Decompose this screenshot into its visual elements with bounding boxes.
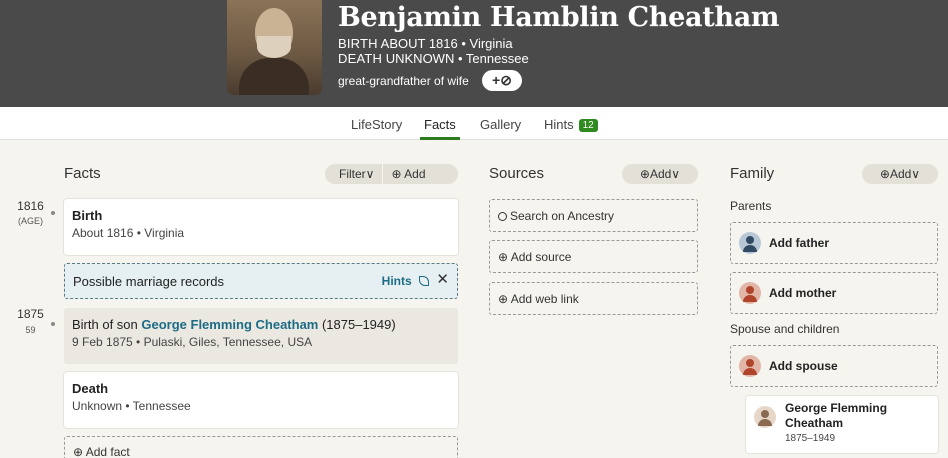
timeline-dot [51, 322, 55, 326]
add-tag-button[interactable]: +⊘ [482, 70, 522, 91]
add-fact-button[interactable]: ⊕ Add fact [64, 436, 458, 458]
search-ancestry-row: Search on Ancestry [498, 209, 614, 223]
tab-hints[interactable]: Hints 12 [544, 117, 598, 132]
add-web-link-button[interactable]: ⊕ Add web link [489, 282, 698, 315]
photo-coat [239, 58, 309, 95]
add-mother-button[interactable]: Add mother [730, 272, 938, 314]
child-avatar [754, 406, 776, 428]
search-ancestry-button[interactable]: Search on Ancestry [489, 199, 698, 232]
fact-card-death[interactable]: Death Unknown • Tennessee [64, 372, 458, 428]
son-years: (1875–1949) [318, 317, 396, 332]
timeline-dot [51, 211, 55, 215]
child-name: George Flemming Cheatham [785, 401, 888, 430]
tab-hints-label: Hints [544, 117, 574, 132]
add-web-link-label: ⊕ Add web link [498, 291, 579, 306]
add-mother-label: Add mother [769, 286, 837, 300]
relationship-text: great-grandfather of wife [338, 74, 469, 88]
add-father-button[interactable]: Add father [730, 222, 938, 264]
death-label: DEATH [338, 51, 383, 66]
timeline-year: 1875 [17, 307, 44, 321]
fact-title: Birth of son George Flemming Cheatham (1… [72, 317, 450, 332]
add-source-button[interactable]: ⊕ Add source [489, 240, 698, 273]
fact-detail: About 1816 • Virginia [72, 226, 185, 240]
female-avatar-icon [739, 355, 761, 377]
add-spouse-label: Add spouse [769, 359, 838, 373]
hints-link-label: Hints [381, 274, 412, 288]
sources-title: Sources [489, 165, 545, 182]
leaf-icon [419, 276, 429, 286]
timeline-age: 59 [25, 325, 36, 335]
birth-line: BIRTH ABOUT 1816 • Virginia [338, 36, 513, 51]
marriage-hint-card[interactable]: Possible marriage records Hints ✕ [64, 263, 458, 299]
facts-title: Facts [64, 165, 101, 182]
hints-count-badge: 12 [578, 119, 598, 132]
tab-lifestory[interactable]: LifeStory [351, 117, 402, 132]
add-fact-button-top[interactable]: ⊕ Add [383, 164, 433, 184]
birth-value: ABOUT 1816 • Virginia [380, 36, 513, 51]
child-years: 1875–1949 [785, 433, 836, 444]
child-card[interactable]: George Flemming Cheatham 1875–1949 [746, 396, 938, 453]
person-header: Benjamin Hamblin Cheatham BIRTH ABOUT 18… [0, 0, 948, 107]
filter-button[interactable]: Filter∨ [325, 164, 382, 184]
birth-label: BIRTH [338, 36, 378, 51]
fact-detail: Unknown • Tennessee [72, 399, 191, 413]
photo-beard [257, 36, 291, 58]
add-father-label: Add father [769, 236, 829, 250]
marriage-hint-title: Possible marriage records [73, 274, 225, 289]
close-icon[interactable]: ✕ [436, 270, 449, 288]
timeline-age: (AGE) [17, 216, 43, 226]
male-avatar-icon [739, 232, 761, 254]
spouse-children-label: Spouse and children [730, 322, 840, 336]
son-name-link[interactable]: George Flemming Cheatham [141, 317, 318, 332]
add-spouse-button[interactable]: Add spouse [730, 345, 938, 387]
facts-pill: Filter∨ ⊕ Add [325, 164, 458, 184]
parents-label: Parents [730, 199, 772, 213]
sources-add-button[interactable]: ⊕Add∨ [622, 164, 698, 184]
fact-title-prefix: Birth of son [72, 317, 142, 332]
fact-card-birth-of-son[interactable]: Birth of son George Flemming Cheatham (1… [64, 308, 458, 364]
fact-detail: 9 Feb 1875 • Pulaski, Giles, Tennessee, … [72, 335, 313, 349]
search-ancestry-label: Search on Ancestry [510, 208, 615, 223]
family-title: Family [730, 165, 775, 182]
search-icon [498, 211, 507, 221]
add-fact-label: ⊕ Add fact [73, 445, 130, 458]
female-avatar-icon [739, 282, 761, 304]
family-add-button[interactable]: ⊕Add∨ [862, 164, 938, 184]
timeline-year: 1816 [17, 199, 44, 213]
death-line: DEATH UNKNOWN • Tennessee [338, 51, 529, 66]
death-value: UNKNOWN • Tennessee [385, 51, 529, 66]
tab-bar: LifeStory Facts Gallery Hints 12 [0, 107, 948, 140]
tab-gallery[interactable]: Gallery [480, 117, 521, 132]
fact-title: Death [72, 381, 109, 396]
profile-photo[interactable] [227, 0, 322, 95]
hints-link[interactable]: Hints [382, 274, 429, 288]
fact-title: Birth [72, 208, 103, 223]
add-source-label: ⊕ Add source [498, 249, 572, 264]
person-name: Benjamin Hamblin Cheatham [338, 2, 780, 33]
fact-card-birth[interactable]: Birth About 1816 • Virginia [64, 199, 458, 255]
tab-facts[interactable]: Facts [420, 117, 460, 140]
